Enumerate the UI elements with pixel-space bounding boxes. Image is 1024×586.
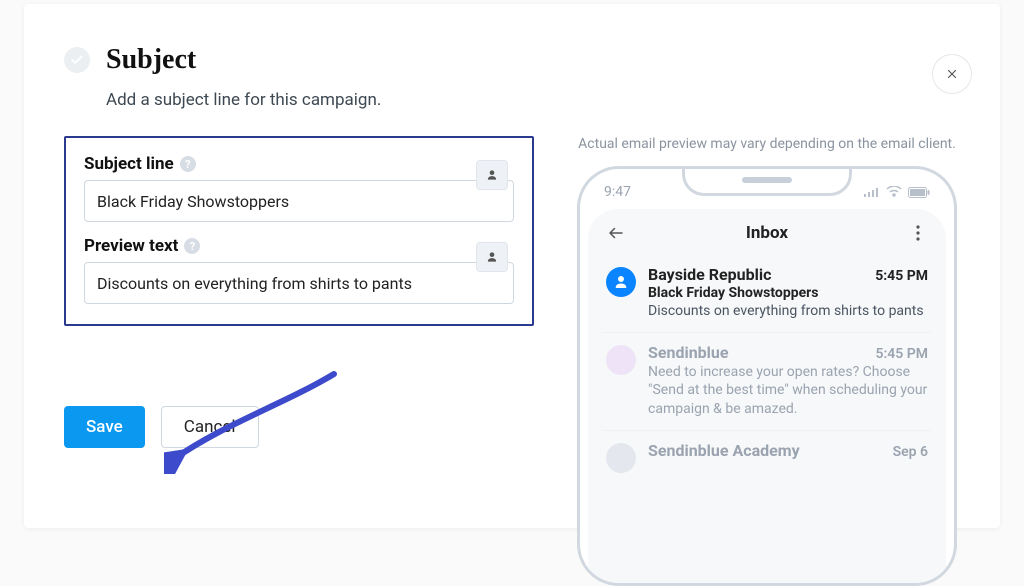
help-icon[interactable]: ? [184, 238, 200, 254]
inbox-list: Bayside Republic 5:45 PM Black Friday Sh… [588, 255, 946, 485]
person-icon [485, 168, 499, 182]
inbox-row[interactable]: Sendinblue Academy Sep 6 [602, 430, 932, 485]
arrow-left-icon [607, 224, 625, 242]
form-column: Subject line ? Preview text ? [64, 136, 534, 586]
help-icon[interactable]: ? [180, 156, 196, 172]
subject-editor-card: Subject Add a subject line for this camp… [24, 4, 1000, 528]
subject-label: Subject line [84, 154, 174, 174]
preview-disclaimer: Actual email preview may vary depending … [578, 136, 956, 152]
preview-input[interactable] [84, 262, 514, 304]
row-preview: Need to increase your open rates? Choose… [648, 363, 928, 418]
save-button[interactable]: Save [64, 406, 145, 448]
personalize-button[interactable] [476, 160, 508, 190]
row-time: 5:45 PM [875, 346, 928, 362]
battery-icon [908, 187, 930, 198]
signal-icon [864, 187, 880, 197]
preview-column: Actual email preview may vary depending … [574, 136, 960, 586]
phone-notch [682, 166, 852, 196]
avatar [606, 345, 636, 375]
status-check-icon [64, 47, 90, 73]
avatar [606, 267, 636, 297]
phone-screen: Inbox Bayside Republic [588, 209, 946, 586]
inbox-title: Inbox [746, 223, 788, 243]
page-subtitle: Add a subject line for this campaign. [106, 90, 960, 110]
person-icon [485, 250, 499, 264]
close-button[interactable] [932, 54, 972, 94]
more-vertical-icon [916, 225, 920, 241]
row-time: Sep 6 [893, 444, 928, 460]
row-sender: Bayside Republic [648, 265, 771, 284]
form-container: Subject line ? Preview text ? [64, 136, 534, 326]
preview-field: Preview text ? [84, 236, 514, 304]
row-sender: Sendinblue [648, 343, 729, 362]
inbox-row[interactable]: Bayside Republic 5:45 PM Black Friday Sh… [602, 255, 932, 332]
close-icon [945, 67, 959, 81]
page-title: Subject [106, 44, 196, 76]
row-preview: Discounts on everything from shirts to p… [648, 302, 928, 320]
inbox-header: Inbox [588, 209, 946, 255]
row-sender: Sendinblue Academy [648, 441, 800, 460]
button-row: Save Cancel [64, 406, 534, 448]
subject-input[interactable] [84, 180, 514, 222]
phone-mockup: 9:47 Inbox [577, 166, 957, 586]
preview-label: Preview text [84, 236, 178, 256]
status-icons [864, 186, 930, 198]
wifi-icon [886, 186, 902, 198]
personalize-button[interactable] [476, 242, 508, 272]
row-time: 5:45 PM [875, 268, 928, 284]
row-subject: Black Friday Showstoppers [648, 285, 928, 301]
inbox-row[interactable]: Sendinblue 5:45 PM Need to increase your… [602, 332, 932, 430]
subject-field: Subject line ? [84, 154, 514, 222]
section-header: Subject [64, 44, 960, 76]
avatar [606, 443, 636, 473]
more-button[interactable] [908, 225, 928, 241]
cancel-button[interactable]: Cancel [161, 406, 259, 448]
status-time: 9:47 [604, 184, 631, 200]
back-button[interactable] [606, 224, 626, 242]
person-icon [612, 273, 630, 291]
